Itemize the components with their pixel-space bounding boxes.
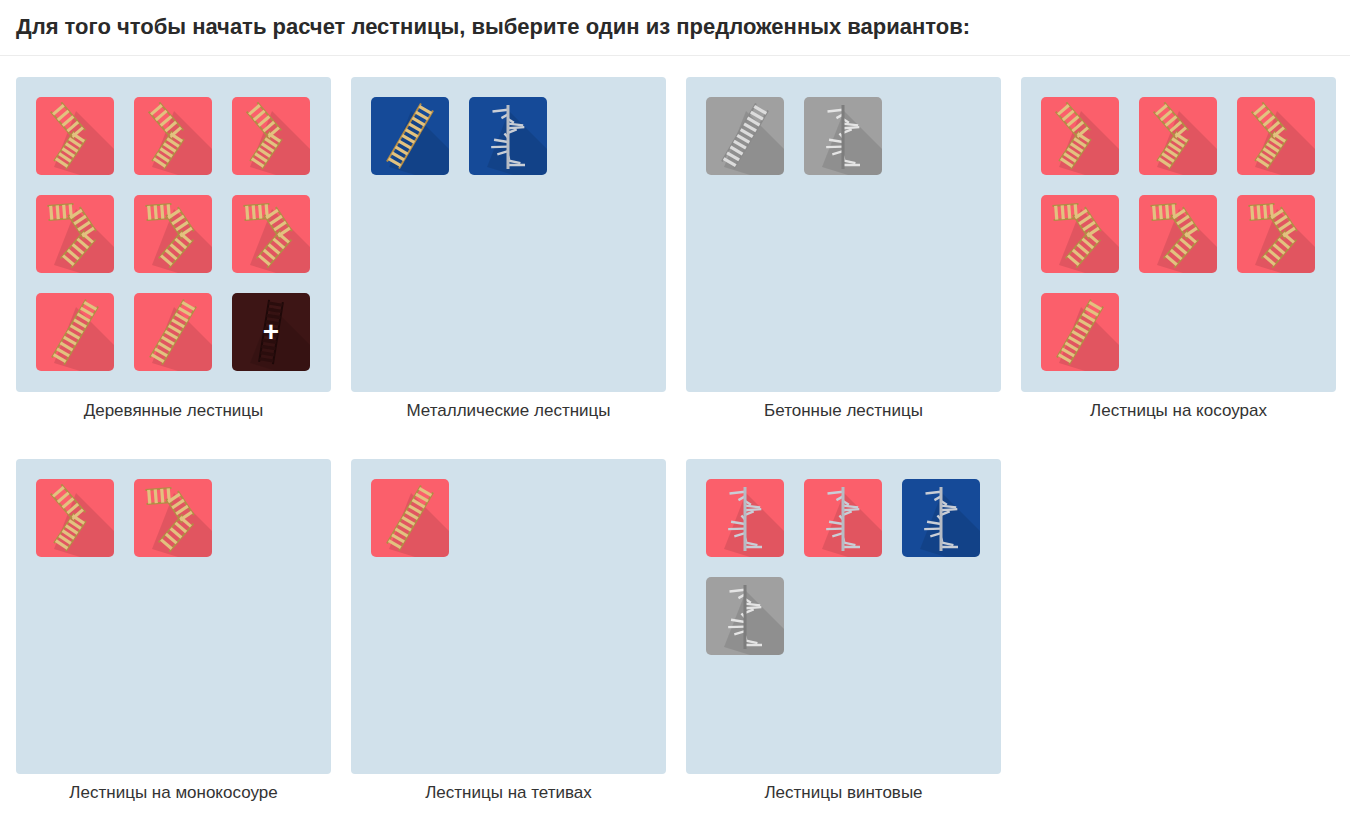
straight-stair-icon	[706, 97, 784, 175]
stair-option[interactable]	[1139, 195, 1217, 273]
straight-stair-icon	[36, 293, 114, 371]
stair-option[interactable]	[1041, 97, 1119, 175]
stair-option[interactable]	[36, 293, 114, 371]
stair-option[interactable]	[134, 195, 212, 273]
stair-option[interactable]	[232, 97, 310, 175]
category-title: Лестницы на тетивах	[351, 782, 666, 804]
category-title: Деревянные лестницы	[16, 400, 331, 422]
u-turn-stair-icon	[134, 195, 212, 273]
u-turn-stair-icon	[134, 479, 212, 557]
u-turn-stair-icon	[1139, 195, 1217, 273]
stair-option[interactable]	[1041, 195, 1119, 273]
stair-option[interactable]	[371, 479, 449, 557]
stair-option[interactable]	[706, 479, 784, 557]
stair-option[interactable]	[134, 97, 212, 175]
stair-option[interactable]	[36, 479, 114, 557]
spiral-stair-icon	[706, 479, 784, 557]
page-header: Для того чтобы начать расчет лестницы, в…	[0, 0, 1350, 56]
category-group: Лестницы на тетивах	[351, 459, 666, 804]
stair-option[interactable]	[134, 293, 212, 371]
add-option[interactable]: +	[232, 293, 310, 371]
stair-option[interactable]	[706, 577, 784, 655]
stair-option[interactable]	[469, 97, 547, 175]
category-title: Лестницы винтовые	[686, 782, 1001, 804]
category-group: + Деревянные лестницы	[16, 77, 331, 422]
stair-option[interactable]	[36, 195, 114, 273]
turn-stair-icon	[1139, 97, 1217, 175]
category-grid: + Деревянные лестницы Металлические лестни…	[0, 56, 1350, 804]
category-group: Лестницы на монокосоуре	[16, 459, 331, 804]
stair-option[interactable]	[134, 479, 212, 557]
category-panel	[351, 77, 666, 392]
spiral-stair-icon	[804, 479, 882, 557]
stair-option[interactable]	[1237, 97, 1315, 175]
category-title: Лестницы на монокосоуре	[16, 782, 331, 804]
u-turn-stair-icon	[1237, 195, 1315, 273]
turn-stair-icon	[36, 97, 114, 175]
stair-option[interactable]	[232, 195, 310, 273]
spiral-stair-icon	[902, 479, 980, 557]
straight-stair-icon	[371, 97, 449, 175]
u-turn-stair-icon	[232, 195, 310, 273]
page-title: Для того чтобы начать расчет лестницы, в…	[16, 12, 1334, 42]
plus-icon: +	[232, 293, 310, 371]
category-panel	[351, 459, 666, 774]
turn-stair-icon	[36, 479, 114, 557]
stair-option[interactable]	[1139, 97, 1217, 175]
stair-option[interactable]	[371, 97, 449, 175]
turn-stair-icon	[1237, 97, 1315, 175]
stair-option[interactable]	[1237, 195, 1315, 273]
category-title: Лестницы на косоурах	[1021, 400, 1336, 422]
category-group: Лестницы на косоурах	[1021, 77, 1336, 422]
turn-stair-icon	[1041, 97, 1119, 175]
stair-option[interactable]	[706, 97, 784, 175]
category-panel	[686, 77, 1001, 392]
u-turn-stair-icon	[1041, 195, 1119, 273]
straight-stair-icon	[371, 479, 449, 557]
stair-option[interactable]	[804, 97, 882, 175]
straight-stair-icon	[134, 293, 212, 371]
category-title: Металлические лестницы	[351, 400, 666, 422]
category-panel: +	[16, 77, 331, 392]
category-group: Металлические лестницы	[351, 77, 666, 422]
stair-option[interactable]	[1041, 293, 1119, 371]
category-group: Лестницы винтовые	[686, 459, 1001, 804]
u-turn-stair-icon	[36, 195, 114, 273]
category-title: Бетонные лестницы	[686, 400, 1001, 422]
turn-stair-icon	[134, 97, 212, 175]
stair-option[interactable]	[804, 479, 882, 557]
straight-stair-icon	[1041, 293, 1119, 371]
category-panel	[16, 459, 331, 774]
spiral-stair-icon	[804, 97, 882, 175]
spiral-stair-icon	[469, 97, 547, 175]
spiral-stair-icon	[706, 577, 784, 655]
stair-option[interactable]	[902, 479, 980, 557]
category-panel	[1021, 77, 1336, 392]
stair-option[interactable]	[36, 97, 114, 175]
category-group: Бетонные лестницы	[686, 77, 1001, 422]
turn-stair-icon	[232, 97, 310, 175]
category-panel	[686, 459, 1001, 774]
